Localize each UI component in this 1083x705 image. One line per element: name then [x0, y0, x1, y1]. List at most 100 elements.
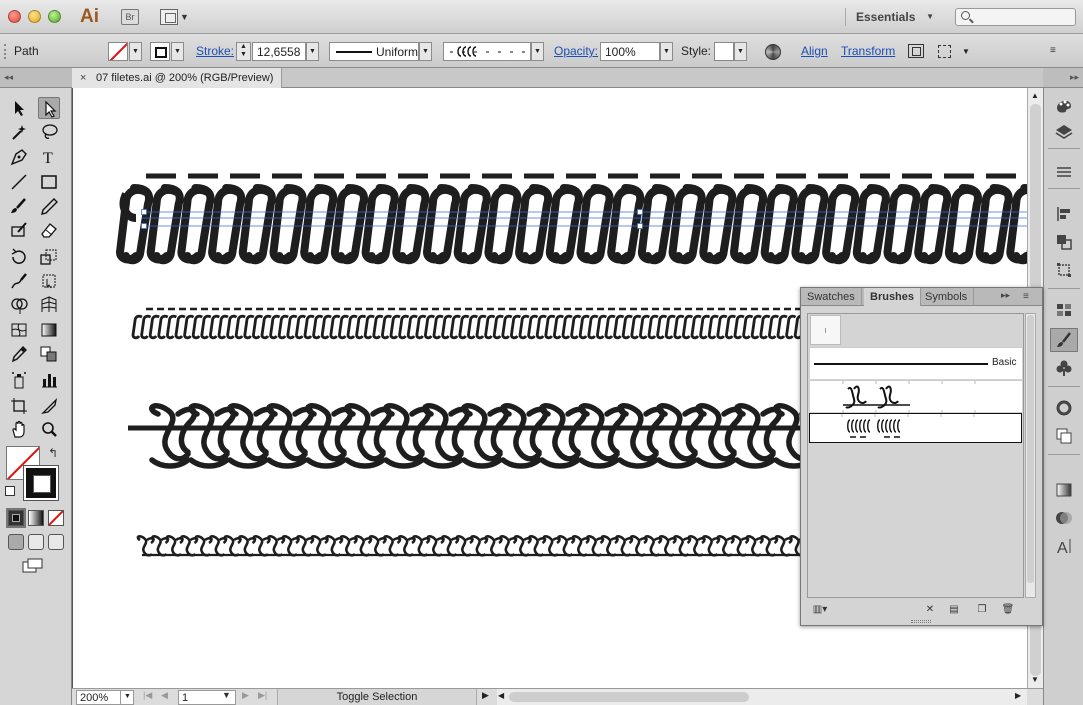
scroll-thumb[interactable]: [1027, 315, 1034, 583]
fill-color-swatch[interactable]: [108, 42, 128, 61]
selection-tool[interactable]: [8, 97, 30, 119]
pen-tool[interactable]: [8, 146, 30, 168]
draw-normal-button[interactable]: [8, 534, 24, 550]
gradient-mode-button[interactable]: [28, 510, 44, 526]
brush-definition-select[interactable]: [443, 42, 531, 61]
gradient-icon[interactable]: [1054, 480, 1074, 500]
pencil-tool[interactable]: [38, 195, 60, 217]
perspective-grid-tool[interactable]: [38, 294, 60, 316]
stroke-color-box[interactable]: [23, 465, 59, 501]
magic-wand-tool[interactable]: [8, 121, 30, 143]
workspace-switcher[interactable]: Essentials ▼: [845, 8, 940, 26]
tab-swatches[interactable]: Swatches: [801, 288, 862, 306]
paintbrush-tool[interactable]: [8, 195, 30, 217]
next-artboard-icon[interactable]: ▶: [242, 690, 249, 701]
swatches-icon[interactable]: [1054, 300, 1074, 320]
variable-width-profile-select[interactable]: Uniform: [329, 42, 419, 61]
stroke-weight-stepper[interactable]: ▲ ▼: [236, 42, 251, 61]
panel-menu-icon[interactable]: ≡: [1023, 291, 1037, 303]
brush-row-pattern-selected[interactable]: [809, 413, 1022, 443]
shape-builder-tool[interactable]: [8, 294, 30, 316]
transform-each-icon[interactable]: [938, 44, 954, 58]
brush-options-icon[interactable]: ▤: [947, 603, 961, 617]
close-icon[interactable]: ×: [80, 68, 86, 88]
brushes-icon[interactable]: [1050, 328, 1078, 352]
direct-selection-tool[interactable]: [38, 97, 60, 119]
stroke-icon[interactable]: [1054, 398, 1074, 418]
brush-libraries-menu-icon[interactable]: ▥▾: [809, 603, 831, 617]
artboard-dropdown[interactable]: ▼: [222, 690, 231, 700]
rotate-tool[interactable]: [8, 246, 30, 268]
status-text[interactable]: Toggle Selection: [277, 689, 477, 705]
pathfinder-icon[interactable]: [1054, 232, 1074, 252]
recolor-artwork-icon[interactable]: [765, 44, 781, 60]
scroll-thumb[interactable]: [509, 692, 749, 702]
isolate-object-icon[interactable]: [908, 44, 924, 58]
color-guide-icon[interactable]: [1054, 94, 1074, 114]
status-menu-icon[interactable]: ▶: [482, 690, 489, 701]
align-panel-icon[interactable]: [1054, 204, 1074, 224]
align-panel-link[interactable]: Align: [801, 42, 828, 61]
last-artboard-icon[interactable]: ▶|: [258, 690, 267, 701]
graphic-style-dropdown[interactable]: ▼: [734, 42, 747, 61]
brush-list-scrollbar[interactable]: [1025, 313, 1036, 598]
screen-mode-button[interactable]: [22, 558, 44, 574]
gradient-tool[interactable]: [38, 319, 60, 341]
stroke-color-swatch[interactable]: [150, 42, 170, 61]
eraser-tool[interactable]: [38, 219, 60, 241]
scale-tool[interactable]: [38, 246, 60, 268]
warp-tool[interactable]: [8, 270, 30, 292]
layers-icon[interactable]: [1054, 122, 1074, 142]
bridge-button[interactable]: Br: [121, 9, 139, 25]
first-artboard-icon[interactable]: |◀: [143, 690, 152, 701]
stroke-weight-dropdown[interactable]: ▼: [306, 42, 319, 61]
stroke-dropdown[interactable]: ▼: [171, 42, 184, 61]
stroke-weight-field[interactable]: 12,6558: [252, 42, 306, 61]
symbol-sprayer-tool[interactable]: [8, 369, 30, 391]
collapse-tools-button[interactable]: ◂◂: [0, 68, 72, 88]
delete-brush-icon[interactable]: 🗑: [1001, 603, 1015, 617]
window-zoom-button[interactable]: [48, 10, 61, 23]
brush-definition-dropdown[interactable]: ▼: [531, 42, 544, 61]
window-minimize-button[interactable]: [28, 10, 41, 23]
stroke-panel-link[interactable]: Stroke:: [196, 42, 234, 61]
control-bar-grip[interactable]: [4, 44, 8, 59]
mesh-tool[interactable]: [8, 319, 30, 341]
zoom-tool[interactable]: [38, 419, 60, 441]
chevron-down-icon[interactable]: ▼: [962, 42, 970, 61]
draw-inside-button[interactable]: [48, 534, 64, 550]
blend-tool[interactable]: [38, 343, 60, 365]
control-menu-icon[interactable]: ≡: [1050, 46, 1064, 56]
opacity-field[interactable]: 100%: [600, 42, 660, 61]
swap-fill-stroke-icon[interactable]: ↰: [48, 446, 58, 460]
brush-row-pattern[interactable]: [810, 380, 1022, 413]
column-graph-tool[interactable]: [38, 369, 60, 391]
document-tab[interactable]: × 07 filetes.ai @ 200% (RGB/Preview): [72, 68, 282, 88]
eyedropper-tool[interactable]: [8, 343, 30, 365]
opacity-dropdown[interactable]: ▼: [660, 42, 673, 61]
transform-panel-link[interactable]: Transform: [841, 42, 895, 61]
expand-panels-button[interactable]: ▸▸: [1043, 68, 1083, 88]
collapse-panel-icon[interactable]: ▸▸: [1001, 290, 1010, 301]
previous-artboard-icon[interactable]: ◀: [161, 690, 168, 701]
transparency-icon[interactable]: [1054, 508, 1074, 528]
zoom-dropdown[interactable]: ▼: [120, 690, 134, 705]
none-mode-button[interactable]: [48, 510, 64, 526]
opacity-panel-link[interactable]: Opacity:: [554, 42, 598, 61]
remove-brush-stroke-icon[interactable]: ✕: [923, 603, 937, 617]
fill-dropdown[interactable]: ▼: [129, 42, 142, 61]
tab-brushes[interactable]: Brushes: [864, 288, 922, 306]
lasso-tool[interactable]: [38, 121, 60, 143]
window-close-button[interactable]: [8, 10, 21, 23]
rectangle-tool[interactable]: [38, 171, 60, 193]
brush-row-basic[interactable]: Basic: [810, 347, 1022, 379]
type-tool[interactable]: T: [38, 146, 60, 168]
search-input[interactable]: [955, 8, 1076, 26]
draw-behind-button[interactable]: [28, 534, 44, 550]
line-segment-tool[interactable]: [8, 171, 30, 193]
new-brush-icon[interactable]: ❐: [975, 603, 989, 617]
brush-list[interactable]: Basic: [807, 313, 1024, 598]
calligraphic-brush-thumbnail[interactable]: [810, 315, 841, 345]
symbols-icon[interactable]: [1054, 358, 1074, 378]
scroll-left-icon[interactable]: ◀: [498, 691, 504, 700]
